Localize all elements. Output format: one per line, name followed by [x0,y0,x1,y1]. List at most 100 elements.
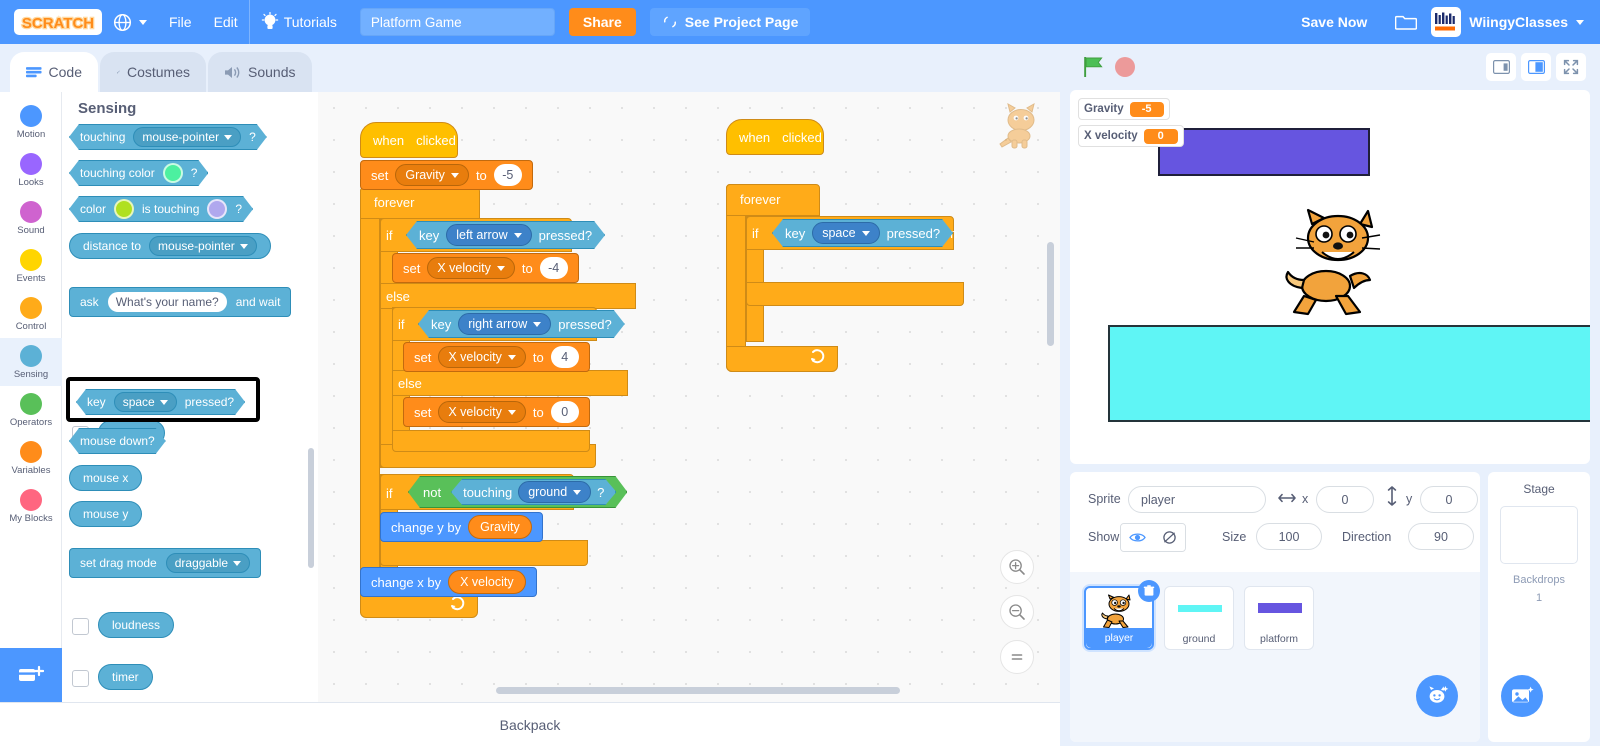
loudness-checkbox[interactable] [72,618,89,635]
xvelocity-reporter[interactable]: X velocity [448,570,526,594]
stage[interactable]: Gravity -5 X velocity 0 [1070,90,1590,464]
project-title-input[interactable]: Platform Game [359,8,555,36]
when-flag-clicked-hat-2[interactable]: when clicked [726,119,824,155]
add-backdrop-button[interactable] [1501,675,1543,717]
avatar[interactable] [1431,7,1462,37]
category-control[interactable]: Control [0,290,62,338]
zoom-reset-button[interactable] [1000,640,1034,674]
key-left-arrow-pressed-block[interactable]: key left arrow pressed? [406,221,605,249]
ground-dropdown[interactable]: ground [518,481,591,503]
see-project-page-button[interactable]: See Project Page [649,8,811,36]
right-arrow-dropdown[interactable]: right arrow [458,313,551,335]
distance-to-dropdown[interactable]: mouse-pointer [149,236,257,256]
palette-block-mouse-x[interactable]: mouse x [69,465,143,491]
if2-bottom-bar[interactable] [392,430,590,452]
menu-edit[interactable]: Edit [203,0,249,44]
xvelocity-variable-dropdown[interactable]: X velocity [427,257,515,279]
when-flag-clicked-hat-1[interactable]: when clicked [360,122,458,158]
chevron-down-icon[interactable] [1576,19,1584,25]
sprite-card-player[interactable]: player [1084,580,1160,650]
set-gravity-block[interactable]: set Gravity to -5 [360,160,533,190]
block-palette[interactable]: Sensing touching mouse-pointer ? touchin… [62,92,318,702]
category-motion[interactable]: Motion [0,98,62,146]
timer-checkbox[interactable] [72,670,89,687]
save-now-button[interactable]: Save Now [1287,14,1381,30]
add-extension-button[interactable] [0,648,62,702]
key-right-arrow-pressed-block[interactable]: key right arrow pressed? [418,310,625,338]
change-y-by-block[interactable]: change y by Gravity [380,512,543,542]
key-dropdown[interactable]: space [114,392,177,412]
player-sprite-cat[interactable] [1282,208,1394,320]
drag-mode-dropdown[interactable]: draggable [165,553,251,573]
space-dropdown[interactable]: space [812,222,879,244]
monitor-x-velocity[interactable]: X velocity 0 [1078,125,1184,147]
share-button[interactable]: Share [568,8,636,36]
xvelocity-variable-dropdown[interactable]: X velocity [438,401,526,423]
forever-left-wall[interactable] [360,187,380,617]
touching-dropdown[interactable]: mouse-pointer [133,127,241,147]
palette-block-mouse-down[interactable]: mouse down? [69,428,166,454]
sprite-card-platform[interactable]: platform [1244,586,1314,650]
change-x-by-block[interactable]: change x by X velocity [360,567,537,597]
palette-scrollbar[interactable] [308,448,314,568]
palette-block-touching-color[interactable]: touching color ? [69,160,208,186]
touching-ground-block[interactable]: touching ground ? [451,479,616,505]
folder-icon[interactable] [1395,13,1418,31]
show-hide-toggle[interactable] [1120,523,1186,552]
direction-input[interactable]: 90 [1408,523,1474,550]
size-input[interactable]: 100 [1256,523,1322,550]
zoom-in-button[interactable] [1000,550,1034,584]
green-flag-icon[interactable] [1082,55,1106,79]
color-swatch-2[interactable] [207,199,227,219]
palette-block-timer[interactable]: timer [98,664,153,690]
menu-file[interactable]: File [158,0,203,44]
xvelocity-left-value-input[interactable]: -4 [539,257,568,279]
category-operators[interactable]: Operators [0,386,62,434]
set-xvelocity-zero-block[interactable]: set X velocity to 0 [403,397,590,427]
sprite-name-input[interactable]: player [1128,486,1266,513]
xvelocity-variable-dropdown[interactable]: X velocity [438,346,526,368]
palette-block-mouse-y[interactable]: mouse y [69,501,143,527]
key-space-pressed-block[interactable]: key space pressed? [772,219,953,247]
tab-code[interactable]: Code [10,52,98,92]
workspace-vertical-scrollbar[interactable] [1047,242,1054,346]
workspace-horizontal-scrollbar[interactable] [496,687,900,694]
palette-block-color-is-touching[interactable]: color is touching ? [69,196,253,222]
if3-bottom-bar[interactable] [380,540,588,566]
x-position-input[interactable]: 0 [1316,486,1374,513]
palette-block-key-pressed[interactable]: key space pressed? [76,389,245,415]
large-stage-layout-button[interactable] [1521,53,1551,81]
category-sound[interactable]: Sound [0,194,62,242]
code-workspace[interactable]: forever if then else if then else if the… [318,92,1060,702]
ground-sprite[interactable] [1108,325,1590,422]
monitor-gravity[interactable]: Gravity -5 [1078,98,1170,120]
gravity-reporter[interactable]: Gravity [468,515,532,539]
gravity-value-input[interactable]: -5 [493,164,522,186]
palette-block-set-drag-mode[interactable]: set drag mode draggable [69,548,262,578]
palette-block-touching[interactable]: touching mouse-pointer ? [69,124,267,150]
palette-block-loudness[interactable]: loudness [98,612,175,638]
y-position-input[interactable]: 0 [1420,486,1478,513]
palette-block-ask-and-wait[interactable]: ask What's your name? and wait [69,287,292,317]
palette-block-distance-to[interactable]: distance to mouse-pointer [69,233,271,259]
stage-backdrop-thumbnail[interactable] [1500,506,1578,564]
tab-sounds[interactable]: Sounds [208,52,312,92]
color-swatch[interactable] [163,163,183,183]
if1-else-bar[interactable] [380,283,636,309]
language-selector[interactable] [102,0,158,44]
category-sensing[interactable]: Sensing [0,338,62,386]
category-my-blocks[interactable]: My Blocks [0,482,62,530]
ask-text-input[interactable]: What's your name? [107,292,227,312]
not-operator-block[interactable]: not touching ground ? [408,476,627,508]
set-xvelocity-right-block[interactable]: set X velocity to 4 [403,342,590,372]
small-stage-layout-button[interactable] [1486,53,1516,81]
stop-sign-icon[interactable] [1115,57,1135,77]
if-space-bottom-bar[interactable] [746,282,964,306]
zoom-out-button[interactable] [1000,595,1034,629]
left-arrow-dropdown[interactable]: left arrow [446,224,531,246]
category-variables[interactable]: Variables [0,434,62,482]
menu-tutorials[interactable]: Tutorials [250,0,348,44]
backpack-bar[interactable]: Backpack [0,702,1060,746]
gravity-variable-dropdown[interactable]: Gravity [395,164,469,186]
show-button[interactable] [1121,524,1153,551]
